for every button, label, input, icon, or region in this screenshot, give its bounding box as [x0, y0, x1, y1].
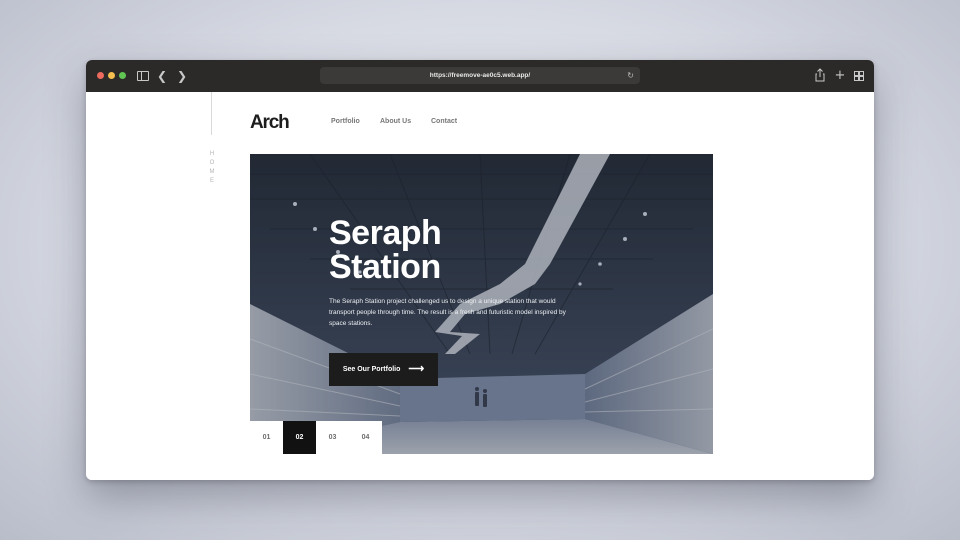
hero-title: Seraph Station	[329, 214, 442, 286]
plus-icon[interactable]: +	[834, 68, 846, 84]
nav-portfolio[interactable]: Portfolio	[331, 118, 360, 125]
divider-line	[211, 92, 212, 135]
hero-title-line-2: Station	[329, 248, 441, 286]
sidebar-icon[interactable]	[136, 68, 150, 84]
slide-button-03[interactable]: 03	[316, 421, 349, 454]
see-portfolio-button[interactable]: See Our Portfolio ⟶	[329, 353, 438, 386]
browser-window: ❮ ❯ https://freemove-ae0c5.web.app/ ↻ + …	[86, 60, 874, 480]
tabs-overview-icon[interactable]	[853, 68, 865, 84]
address-bar[interactable]: https://freemove-ae0c5.web.app/ ↻	[320, 67, 640, 84]
arrow-right-icon: ⟶	[408, 363, 425, 375]
hero-description: The Seraph Station project challenged us…	[329, 298, 566, 327]
reload-icon[interactable]: ↻	[627, 67, 634, 84]
home-vertical-label: HOME	[209, 151, 215, 184]
see-portfolio-label: See Our Portfolio	[342, 366, 401, 373]
slide-button-01[interactable]: 01	[250, 421, 283, 454]
back-icon[interactable]: ❮	[156, 68, 168, 84]
zoom-window-button[interactable]	[119, 72, 126, 79]
slide-button-02[interactable]: 02	[283, 421, 316, 454]
site-logo[interactable]: Arch	[250, 112, 290, 134]
nav-contact[interactable]: Contact	[431, 118, 457, 125]
hero-slider: Seraph Station The Seraph Station projec…	[250, 154, 713, 454]
forward-icon[interactable]: ❯	[176, 68, 188, 84]
hero-title-line-1: Seraph	[329, 214, 442, 252]
web-page: HOME Arch Portfolio About Us Contact Ser…	[86, 92, 874, 480]
slide-button-04[interactable]: 04	[349, 421, 382, 454]
browser-toolbar: ❮ ❯ https://freemove-ae0c5.web.app/ ↻ +	[86, 60, 874, 92]
url-text: https://freemove-ae0c5.web.app/	[429, 72, 531, 79]
nav-about-us[interactable]: About Us	[380, 118, 411, 125]
minimize-window-button[interactable]	[108, 72, 115, 79]
share-icon[interactable]	[814, 68, 826, 84]
slide-pager: 01 02 03 04	[250, 421, 382, 454]
close-window-button[interactable]	[97, 72, 104, 79]
